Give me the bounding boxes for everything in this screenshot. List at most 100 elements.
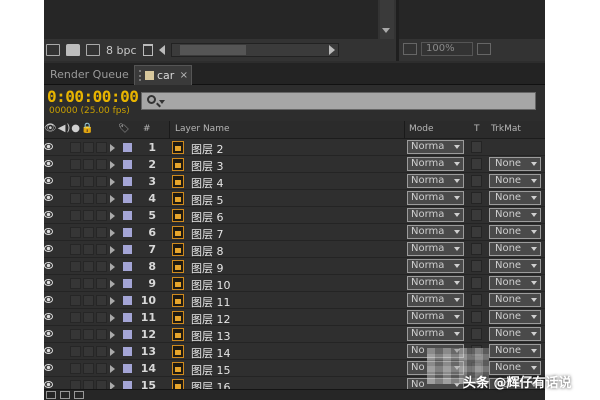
track-matte-dropdown[interactable]: None [489,259,541,273]
layer-name[interactable]: 图层 12 [191,311,231,327]
blend-mode-dropdown[interactable]: Norma [407,327,464,341]
audio-switch[interactable] [70,295,81,306]
expand-layer-icon[interactable] [110,297,115,305]
visibility-eye-icon[interactable] [44,279,53,286]
layer-row[interactable]: 8 图层 9 Norma None [44,258,545,275]
preserve-transparency-checkbox[interactable] [471,158,482,170]
visibility-eye-icon[interactable] [44,313,53,320]
layer-row[interactable]: 7 图层 8 Norma None [44,241,545,258]
layer-name[interactable]: 图层 7 [191,226,224,242]
toggle-timing-icon[interactable] [74,391,84,399]
preview-toggle-icon[interactable] [403,43,417,55]
interpret-footage-icon[interactable] [46,44,60,56]
visibility-eye-icon[interactable] [44,194,53,201]
preserve-transparency-checkbox[interactable] [471,192,482,204]
project-vertical-scrollbar[interactable] [380,0,394,39]
visibility-eye-icon[interactable] [44,381,53,388]
track-matte-dropdown[interactable]: None [489,208,541,222]
blend-mode-dropdown[interactable]: Norma [407,191,464,205]
layer-name[interactable]: 图层 2 [191,141,224,157]
layer-name[interactable]: 图层 15 [191,362,231,378]
mode-column-header[interactable]: Mode [409,124,434,134]
lock-switch[interactable] [96,159,107,170]
layer-name[interactable]: 图层 8 [191,243,224,259]
audio-switch[interactable] [70,244,81,255]
close-tab-icon[interactable]: × [180,66,188,85]
expand-layer-icon[interactable] [110,195,115,203]
layer-name[interactable]: 图层 11 [191,294,231,310]
expand-layer-icon[interactable] [110,161,115,169]
track-matte-dropdown[interactable]: None [489,276,541,290]
preserve-transparency-checkbox[interactable] [471,260,482,272]
solo-switch[interactable] [83,261,94,272]
solo-switch[interactable] [83,295,94,306]
solo-switch[interactable] [83,329,94,340]
blend-mode-dropdown[interactable]: Norma [407,174,464,188]
blend-mode-dropdown[interactable]: Norma [407,259,464,273]
audio-switch[interactable] [70,346,81,357]
layer-label-color[interactable] [123,177,132,186]
layer-name[interactable]: 图层 3 [191,158,224,174]
blend-mode-dropdown[interactable]: Norma [407,276,464,290]
track-matte-dropdown[interactable]: None [489,310,541,324]
layer-label-color[interactable] [123,245,132,254]
layer-search-input[interactable] [141,92,536,110]
search-dropdown-icon[interactable] [159,100,165,104]
blend-mode-dropdown[interactable]: Norma [407,157,464,171]
solo-switch[interactable] [83,312,94,323]
visibility-eye-icon[interactable] [44,211,53,218]
visibility-eye-icon[interactable] [44,347,53,354]
track-matte-dropdown[interactable]: None [489,327,541,341]
number-column-header[interactable]: # [143,124,151,134]
track-matte-dropdown[interactable]: None [489,191,541,205]
blend-mode-dropdown[interactable]: Norma [407,242,464,256]
lock-switch[interactable] [96,295,107,306]
track-matte-dropdown[interactable]: None [489,344,541,358]
expand-layer-icon[interactable] [110,144,115,152]
expand-layer-icon[interactable] [110,331,115,339]
expand-layer-icon[interactable] [110,314,115,322]
lock-switch[interactable] [96,261,107,272]
lock-switch[interactable] [96,363,107,374]
expand-layer-icon[interactable] [110,365,115,373]
layer-label-color[interactable] [123,296,132,305]
visibility-eye-icon[interactable] [44,364,53,371]
layer-label-color[interactable] [123,330,132,339]
layer-label-color[interactable] [123,211,132,220]
preserve-transparency-checkbox[interactable] [471,294,482,306]
layer-row[interactable]: 11 图层 12 Norma None [44,309,545,326]
expand-layer-icon[interactable] [110,246,115,254]
composition-viewer[interactable] [399,0,545,39]
audio-switch[interactable] [70,159,81,170]
visibility-eye-icon[interactable] [44,228,53,235]
lock-switch[interactable] [96,176,107,187]
track-matte-dropdown[interactable]: None [489,293,541,307]
lock-switch[interactable] [96,329,107,340]
preserve-transparency-checkbox[interactable] [471,226,482,238]
preserve-transparency-checkbox[interactable] [471,141,482,153]
layer-row[interactable]: 6 图层 7 Norma None [44,224,545,241]
project-horizontal-scrollbar[interactable] [170,43,339,57]
preserve-transparency-checkbox[interactable] [471,209,482,221]
visibility-eye-icon[interactable] [44,177,53,184]
audio-switch[interactable] [70,329,81,340]
visibility-eye-icon[interactable] [44,296,53,303]
layer-name[interactable]: 图层 14 [191,345,231,361]
layer-name-column-header[interactable]: Layer Name [175,124,230,134]
audio-switch[interactable] [70,142,81,153]
audio-switch[interactable] [70,193,81,204]
expand-layer-icon[interactable] [110,212,115,220]
new-folder-icon[interactable] [66,44,80,56]
expand-layer-icon[interactable] [110,263,115,271]
audio-switch[interactable] [70,380,81,389]
layer-label-color[interactable] [123,381,132,389]
blend-mode-dropdown[interactable]: Norma [407,208,464,222]
layer-label-color[interactable] [123,262,132,271]
lock-switch[interactable] [96,278,107,289]
layer-row[interactable]: 9 图层 10 Norma None [44,275,545,292]
audio-switch[interactable] [70,312,81,323]
solo-switch[interactable] [83,278,94,289]
project-list-area[interactable] [44,0,378,39]
solo-switch[interactable] [83,176,94,187]
layer-row[interactable]: 2 图层 3 Norma None [44,156,545,173]
